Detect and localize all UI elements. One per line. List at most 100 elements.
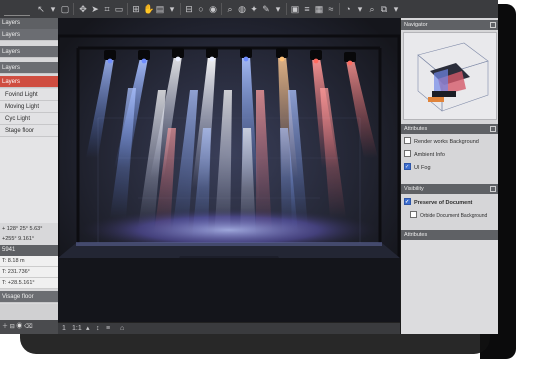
- toolbar-divider: [286, 3, 287, 15]
- layers-panel-header: Layers: [0, 18, 58, 29]
- eye-icon[interactable]: ◉: [16, 324, 22, 330]
- layer-item-cyc-light[interactable]: Cyc Light: [0, 113, 58, 125]
- navigator-3d-preview: [417, 42, 489, 112]
- layer-item-label: Stage floor: [5, 128, 35, 134]
- property-field-text: T: +28.5.161°: [2, 280, 35, 286]
- visibility-title: Visibility: [404, 186, 424, 192]
- crop-icon[interactable]: ⌗: [102, 3, 112, 15]
- select-icon[interactable]: ➤: [90, 3, 100, 15]
- stage-render: [58, 18, 400, 323]
- statusbar-item[interactable]: ↕: [96, 324, 100, 334]
- document-icon[interactable]: ▢: [60, 3, 70, 15]
- attributes-header: Attributes: [401, 124, 498, 134]
- dropdown-icon[interactable]: ▾: [167, 3, 177, 15]
- dropdown-icon[interactable]: ▾: [355, 3, 365, 15]
- statusbar-item[interactable]: ▴: [86, 324, 90, 334]
- property-field[interactable]: T: 8.18 m: [0, 256, 58, 267]
- dropdown-icon[interactable]: ▾: [391, 3, 401, 15]
- visibility-option-label: Preserve of Document: [414, 200, 473, 206]
- zoom-icon[interactable]: ⌕: [367, 3, 377, 15]
- pointer-icon[interactable]: ↖: [36, 3, 46, 15]
- app-window: ↖ ▾ ▢ ✥ ➤ ⌗ ▭ ⊞ ✋ ▤ ▾ ⊟ ○ ◉ ⌕ ◍ ✦ ✎ ▾ ▣ …: [0, 0, 498, 334]
- checkbox-icon[interactable]: [410, 211, 417, 219]
- attribute-option-label: Render works Background: [414, 139, 479, 145]
- trash-icon[interactable]: ⌫: [24, 324, 32, 330]
- collapse-icon[interactable]: [490, 126, 496, 132]
- attribute-option[interactable]: Render works Background: [401, 136, 498, 148]
- checkbox-checked-icon[interactable]: [404, 161, 411, 173]
- attribute-option[interactable]: Ambient Info: [401, 149, 498, 161]
- toolbar-divider: [339, 3, 340, 15]
- property-text: +255° 9.161°: [2, 236, 35, 242]
- add-icon[interactable]: ＋: [2, 324, 8, 330]
- film-icon[interactable]: ▦: [314, 3, 324, 15]
- home-icon[interactable]: ⌂: [120, 324, 124, 334]
- toolbar-divider: [221, 3, 222, 15]
- layer-item-label: Layers: [2, 65, 21, 71]
- stage-platform: [58, 242, 400, 323]
- eye-icon[interactable]: ◉: [208, 3, 218, 15]
- statusbar-item[interactable]: 1: [62, 324, 66, 334]
- search-icon[interactable]: ⌕: [225, 3, 235, 15]
- box-icon[interactable]: ▣: [290, 3, 300, 15]
- dropdown-icon[interactable]: ▾: [48, 3, 58, 15]
- property-field-text: T: 8.18 m: [2, 258, 25, 264]
- layer-item-fovind-light[interactable]: Fovind Light: [0, 89, 58, 101]
- layer-item-label: Moving Light: [5, 104, 40, 110]
- layer-item-label: Layers: [2, 32, 21, 38]
- window-icon[interactable]: ⧉: [379, 3, 389, 15]
- properties-empty: [0, 304, 58, 320]
- visibility-option[interactable]: Preserve of Document: [401, 196, 498, 209]
- bubble-icon[interactable]: ◔: [343, 3, 353, 15]
- pen-icon[interactable]: ✎: [261, 3, 271, 15]
- checkbox-icon[interactable]: [404, 137, 411, 145]
- layer-item[interactable]: Layers: [0, 46, 58, 58]
- attribute-option[interactable]: UI Fog: [401, 161, 498, 174]
- toolbar: ↖ ▾ ▢ ✥ ➤ ⌗ ▭ ⊞ ✋ ▤ ▾ ⊟ ○ ◉ ⌕ ◍ ✦ ✎ ▾ ▣ …: [0, 0, 498, 19]
- close-icon[interactable]: [490, 22, 496, 28]
- layer-item-stage-floor[interactable]: Stage floor: [0, 125, 58, 137]
- navigator-preview[interactable]: [403, 32, 497, 120]
- wave-icon[interactable]: ≈: [326, 3, 336, 15]
- toolbar-divider: [127, 3, 128, 15]
- checkbox-checked-icon[interactable]: [404, 196, 411, 208]
- checkbox-icon[interactable]: [404, 150, 411, 158]
- frame-icon[interactable]: ▭: [114, 3, 124, 15]
- layer-item-moving-light[interactable]: Moving Light: [0, 101, 58, 113]
- layer-item[interactable]: Layers: [0, 29, 58, 41]
- zoom-level[interactable]: 1:1: [72, 324, 82, 334]
- align-icon[interactable]: ≡: [302, 3, 312, 15]
- attribute-option-label: Ambient Info: [414, 152, 445, 158]
- layers-panel: Layers Layers Layers Layers Layers Fovin…: [0, 18, 58, 334]
- layout-icon[interactable]: ▤: [155, 3, 165, 15]
- layer-item-selected[interactable]: Layers: [0, 76, 58, 88]
- properties-header: 5941: [0, 245, 58, 256]
- attributes-secondary-header: Attributes: [401, 230, 498, 240]
- stage-viewport[interactable]: [58, 18, 400, 323]
- grid-icon[interactable]: ⊞: [131, 3, 141, 15]
- visibility-option-label: Orbide Document Background: [420, 213, 488, 219]
- lock-icon[interactable]: ⊟: [10, 324, 15, 330]
- layer-item[interactable]: Layers: [0, 62, 58, 74]
- globe-icon[interactable]: ◍: [237, 3, 247, 15]
- circle-icon[interactable]: ○: [196, 3, 206, 15]
- property-field[interactable]: T: 231.736°: [0, 267, 58, 278]
- layers-panel-title: Layers: [2, 20, 21, 26]
- visibility-header: Visibility: [401, 184, 498, 194]
- statusbar-item[interactable]: ≡: [106, 324, 110, 334]
- property-field[interactable]: Visage floor: [0, 291, 58, 303]
- property-text: + 128° 25° 5.63°: [2, 226, 43, 232]
- property-field[interactable]: T: +28.5.161°: [0, 278, 58, 289]
- toolbar-field[interactable]: [4, 3, 30, 16]
- visibility-option[interactable]: Orbide Document Background: [401, 210, 498, 222]
- move-icon[interactable]: ✥: [78, 3, 88, 15]
- toolbar-divider: [180, 3, 181, 15]
- star-icon[interactable]: ✦: [249, 3, 259, 15]
- dropdown-icon[interactable]: ▾: [273, 3, 283, 15]
- hand-icon[interactable]: ✋: [143, 3, 154, 15]
- navigator-title: Navigator: [404, 22, 428, 28]
- inspector-panel: Navigator Attributes Render works Backgr…: [400, 18, 498, 334]
- attributes-title: Attributes: [404, 126, 428, 132]
- collapse-icon[interactable]: [490, 186, 496, 192]
- table-icon[interactable]: ⊟: [184, 3, 194, 15]
